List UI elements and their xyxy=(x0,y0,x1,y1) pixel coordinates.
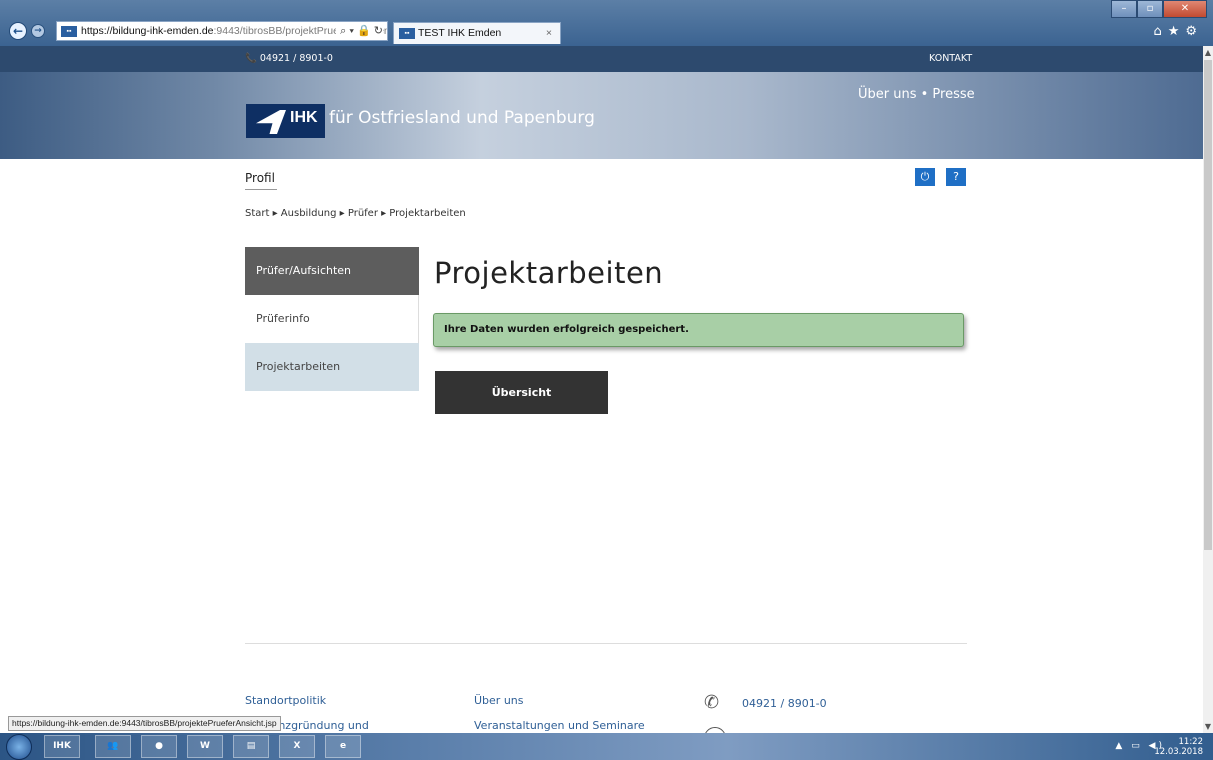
org-name: für Ostfriesland und Papenburg xyxy=(329,108,595,128)
site-header-banner: IHK für Ostfriesland und Papenburg Über … xyxy=(0,72,1203,159)
header-phone-number: 04921 / 8901-0 xyxy=(259,53,333,64)
clock[interactable]: 11:22 12.03.2018 xyxy=(1154,737,1203,757)
profil-link[interactable]: Profil xyxy=(245,171,275,185)
page-title: Projektarbeiten xyxy=(434,256,664,290)
clock-time: 11:22 xyxy=(1178,737,1204,747)
scroll-up-icon[interactable]: ▲ xyxy=(1203,48,1213,57)
clock-date: 12.03.2018 xyxy=(1154,747,1203,757)
tab-test-ihk-emden[interactable]: ▪▪ TEST IHK Emden × xyxy=(393,22,561,44)
taskbar-excel-icon[interactable]: X xyxy=(279,735,315,758)
help-icon[interactable]: ? xyxy=(946,168,966,186)
sidebar-item-projektarbeiten[interactable]: Projektarbeiten xyxy=(245,343,419,391)
overview-button[interactable]: Übersicht xyxy=(435,371,608,414)
windows-taskbar: IHK 👥 ● W ▤ X e ▲ ▭ ◀) 11:22 12.03.2018 xyxy=(0,733,1213,760)
address-tools-icon[interactable]: ⌕ ▾ 🔒 ↻ xyxy=(336,22,383,40)
footer-link-veranstaltungen[interactable]: Veranstaltungen und Seminare xyxy=(474,719,645,732)
sidebar-item-pruefer-aufsichten[interactable]: Prüfer/Aufsichten xyxy=(245,247,419,295)
sidebar-nav: Prüfer/Aufsichten Prüferinfo Projektarbe… xyxy=(245,247,419,391)
minimize-icon[interactable]: – xyxy=(1111,0,1137,18)
footer-divider xyxy=(245,643,967,644)
taskbar-ihk-icon[interactable]: IHK xyxy=(44,735,80,758)
back-icon[interactable]: ← xyxy=(9,22,27,40)
logo-text: IHK xyxy=(290,109,318,126)
taskbar-ie-icon[interactable]: e xyxy=(325,735,361,758)
breadcrumb[interactable]: Start ▸ Ausbildung ▸ Prüfer ▸ Projektarb… xyxy=(245,208,466,219)
tab-title: TEST IHK Emden xyxy=(418,27,502,39)
tab-close-icon[interactable]: × xyxy=(546,23,552,43)
address-bar[interactable]: ▪▪ https://bildung-ihk-emden.de:9443/tib… xyxy=(56,21,388,41)
logout-power-icon[interactable]: ⏻ xyxy=(915,168,935,186)
header-links[interactable]: Über uns • Presse xyxy=(858,87,975,102)
header-phone[interactable]: 📞 04921 / 8901-0 xyxy=(245,53,333,64)
window-controls: – ▫ ✕ xyxy=(1111,0,1207,18)
tab-favicon-icon: ▪▪ xyxy=(399,28,415,39)
url-host: https://bildung-ihk-emden.de xyxy=(81,25,214,37)
taskbar-app-icon[interactable]: ● xyxy=(141,735,177,758)
browser-toolbar: ← → ▪▪ https://bildung-ihk-emden.de:9443… xyxy=(0,0,1213,46)
home-favorites-settings-icons[interactable]: ⌂★⚙ xyxy=(1153,24,1203,39)
taskbar-word-icon[interactable]: W xyxy=(187,735,223,758)
taskbar-folder-icon[interactable]: ▤ xyxy=(233,735,269,758)
page-scrollbar[interactable]: ▲ ▼ xyxy=(1203,46,1213,733)
footer-phone[interactable]: 04921 / 8901-0 xyxy=(742,697,827,710)
scroll-thumb[interactable] xyxy=(1204,60,1212,550)
ihk-bird-icon xyxy=(256,110,286,134)
footer-link-ueber-uns[interactable]: Über uns xyxy=(474,694,524,707)
ihk-logo[interactable]: IHK xyxy=(246,104,325,138)
profil-underline xyxy=(245,189,277,190)
status-bar-url: https://bildung-ihk-emden.de:9443/tibros… xyxy=(8,716,281,731)
site-favicon-icon: ▪▪ xyxy=(61,26,77,37)
close-icon[interactable]: ✕ xyxy=(1163,0,1207,18)
taskbar-users-icon[interactable]: 👥 xyxy=(95,735,131,758)
sidebar-item-prueferinfo[interactable]: Prüferinfo xyxy=(245,295,419,343)
contact-link[interactable]: KONTAKT xyxy=(929,53,972,64)
forward-icon[interactable]: → xyxy=(31,24,45,38)
start-button-icon[interactable] xyxy=(6,734,32,760)
phone-icon: ✆ xyxy=(704,692,720,713)
maximize-icon[interactable]: ▫ xyxy=(1137,0,1163,18)
scroll-down-icon[interactable]: ▼ xyxy=(1203,722,1213,731)
footer-link-standortpolitik[interactable]: Standortpolitik xyxy=(245,694,326,707)
top-bar: 📞 04921 / 8901-0 KONTAKT xyxy=(0,46,1203,72)
success-alert: Ihre Daten wurden erfolgreich gespeicher… xyxy=(433,313,964,347)
